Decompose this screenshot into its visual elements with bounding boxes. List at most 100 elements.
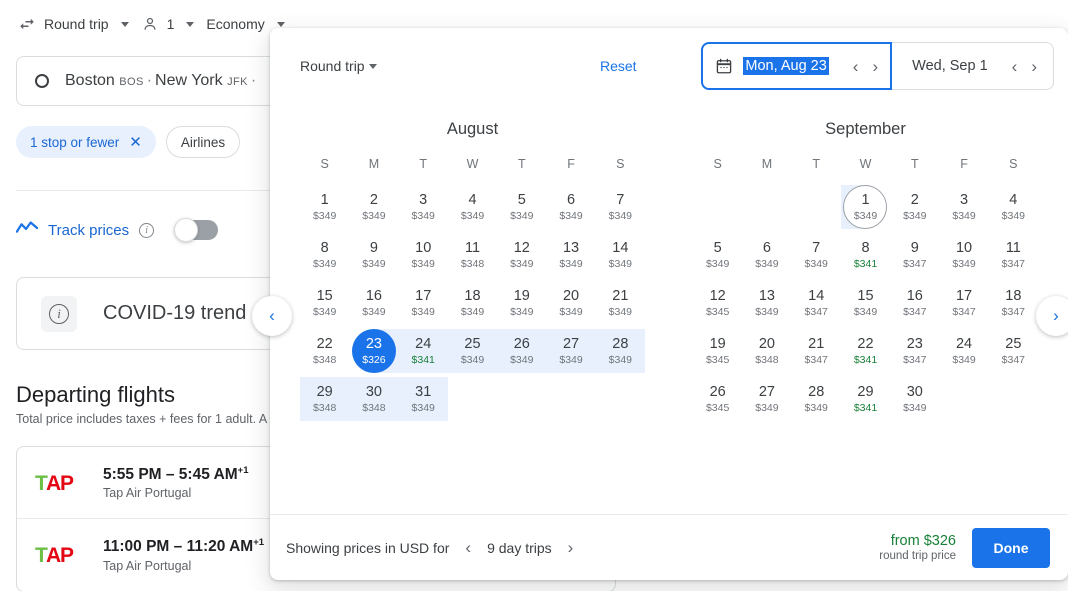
calendar-day-cell[interactable]: 27$349 (546, 327, 595, 375)
calendar-day-cell[interactable]: 22$341 (841, 327, 890, 375)
day-price: $348 (313, 354, 336, 366)
calendar-day-cell[interactable]: 17$349 (399, 279, 448, 327)
calendar-day-cell[interactable]: 24$349 (939, 327, 988, 375)
day-price: $347 (903, 354, 926, 366)
trend-line-icon (16, 220, 38, 241)
calendar-day-cell[interactable]: 23$347 (890, 327, 939, 375)
calendar-day-cell[interactable]: 24$341 (399, 327, 448, 375)
chevron-right-icon[interactable]: › (1031, 58, 1037, 75)
calendar-day-cell[interactable]: 13$349 (742, 279, 791, 327)
calendar-day-cell[interactable]: 4$349 (989, 183, 1038, 231)
calendar-day-cell[interactable]: 19$349 (497, 279, 546, 327)
calendar-day-cell[interactable]: 5$349 (693, 231, 742, 279)
calendar-day-cell[interactable]: 6$349 (742, 231, 791, 279)
calendar-day-cell[interactable]: 30$348 (349, 375, 398, 423)
calendar-day-cell[interactable]: 29$348 (300, 375, 349, 423)
departure-date-field[interactable]: Mon, Aug 23 ‹ › (701, 42, 892, 90)
calendar-day-cell[interactable]: 15$349 (300, 279, 349, 327)
day-number: 28 (612, 336, 628, 353)
day-number: 27 (759, 384, 775, 401)
calendar-day-cell[interactable]: 6$349 (546, 183, 595, 231)
scroll-right-button[interactable]: › (1036, 296, 1068, 336)
calendar-day-cell[interactable]: 13$349 (546, 231, 595, 279)
day-price: $347 (952, 306, 975, 318)
track-prices-toggle[interactable] (174, 220, 218, 240)
chevron-left-icon[interactable]: ‹ (465, 539, 471, 556)
return-date-field[interactable]: Wed, Sep 1 ‹ › (892, 42, 1054, 90)
calendar-day-cell[interactable]: 26$345 (693, 375, 742, 423)
calendar-day-cell[interactable]: 21$347 (792, 327, 841, 375)
calendar-day-cell[interactable]: 27$349 (742, 375, 791, 423)
calendar-day-cell[interactable]: 25$349 (448, 327, 497, 375)
scroll-left-button[interactable]: ‹ (252, 296, 292, 336)
calendar-day-cell[interactable]: 20$349 (546, 279, 595, 327)
calendar-day-cell[interactable]: 25$347 (989, 327, 1038, 375)
return-date-value[interactable]: Wed, Sep 1 (912, 58, 988, 74)
dialog-trip-type-label: Round trip (300, 58, 365, 74)
calendar-day-cell[interactable]: 8$341 (841, 231, 890, 279)
calendar-day-cell[interactable]: 3$349 (399, 183, 448, 231)
calendar-day-cell[interactable]: 18$347 (989, 279, 1038, 327)
calendar-day-cell[interactable]: 26$349 (497, 327, 546, 375)
day-price: $349 (706, 258, 729, 270)
calendar-day-cell[interactable]: 20$348 (742, 327, 791, 375)
calendar-day-cell[interactable]: 23$326 (349, 327, 398, 375)
calendar-day-cell[interactable]: 18$349 (448, 279, 497, 327)
calendar-day-cell[interactable]: 14$349 (596, 231, 645, 279)
calendar-week-row: 15$34916$34917$34918$34919$34920$34921$3… (300, 279, 645, 327)
calendar-month-september: September SMTWTFS 1$3492$3493$3494$3495$… (693, 104, 1038, 514)
calendar-day-cell[interactable]: 1$349 (300, 183, 349, 231)
calendar-day-cell[interactable]: 12$349 (497, 231, 546, 279)
filter-chip-airlines[interactable]: Airlines (166, 126, 240, 158)
weekday-label: M (349, 157, 398, 183)
calendar-day-cell[interactable]: 3$349 (939, 183, 988, 231)
chevron-right-icon[interactable]: › (872, 58, 878, 75)
departure-date-value[interactable]: Mon, Aug 23 (743, 57, 828, 75)
trip-type-selector[interactable]: Round trip (16, 13, 139, 35)
calendar-day-cell[interactable]: 10$349 (399, 231, 448, 279)
day-number: 23 (907, 336, 923, 353)
calendar-day-cell[interactable]: 9$349 (349, 231, 398, 279)
calendar-day-cell[interactable]: 11$348 (448, 231, 497, 279)
calendar-day-cell[interactable]: 7$349 (792, 231, 841, 279)
calendar-day-cell[interactable]: 31$349 (399, 375, 448, 423)
calendar-day-cell[interactable]: 30$349 (890, 375, 939, 423)
calendar-day-cell[interactable]: 21$349 (596, 279, 645, 327)
passenger-selector[interactable]: 1 (139, 13, 205, 35)
calendar-day-cell[interactable]: 4$349 (448, 183, 497, 231)
close-icon[interactable]: ✕ (129, 135, 142, 150)
calendar-day-cell[interactable]: 15$349 (841, 279, 890, 327)
chevron-left-icon[interactable]: ‹ (853, 58, 859, 75)
calendar-day-cell[interactable]: 5$349 (497, 183, 546, 231)
info-icon[interactable]: i (139, 223, 154, 238)
chevron-right-icon[interactable]: › (568, 539, 574, 556)
calendar-day-cell[interactable]: 16$349 (349, 279, 398, 327)
filter-chip-stops[interactable]: 1 stop or fewer ✕ (16, 126, 156, 158)
calendar-week-row: 1$3492$3493$3494$3495$3496$3497$349 (300, 183, 645, 231)
calendar-day-cell[interactable]: 28$349 (596, 327, 645, 375)
calendar-day-cell[interactable]: 9$347 (890, 231, 939, 279)
done-button[interactable]: Done (972, 528, 1050, 568)
calendar-day-cell[interactable]: 12$345 (693, 279, 742, 327)
calendar-day-cell[interactable]: 16$347 (890, 279, 939, 327)
dialog-trip-type-selector[interactable]: Round trip (300, 58, 377, 74)
calendar-day-cell[interactable]: 2$349 (890, 183, 939, 231)
calendar-day-cell[interactable]: 10$349 (939, 231, 988, 279)
calendar-day-cell[interactable]: 11$347 (989, 231, 1038, 279)
calendar-day-cell[interactable]: 17$347 (939, 279, 988, 327)
month-title: August (300, 120, 645, 139)
calendar-day-cell[interactable]: 2$349 (349, 183, 398, 231)
calendar-day-cell[interactable]: 14$347 (792, 279, 841, 327)
calendar-day-cell[interactable]: 8$349 (300, 231, 349, 279)
calendar-day-cell[interactable]: 7$349 (596, 183, 645, 231)
calendar-day-cell[interactable]: 1$349 (841, 183, 890, 231)
calendar-day-cell[interactable]: 19$345 (693, 327, 742, 375)
day-price: $347 (1002, 258, 1025, 270)
day-price: $349 (609, 210, 632, 222)
calendar-day-cell[interactable]: 29$341 (841, 375, 890, 423)
calendar-day-cell[interactable]: 28$349 (792, 375, 841, 423)
calendar-day-cell[interactable]: 22$348 (300, 327, 349, 375)
date-picker-dialog: Round trip Reset (270, 28, 1068, 580)
chevron-left-icon[interactable]: ‹ (1012, 58, 1018, 75)
reset-button[interactable]: Reset (600, 58, 637, 74)
